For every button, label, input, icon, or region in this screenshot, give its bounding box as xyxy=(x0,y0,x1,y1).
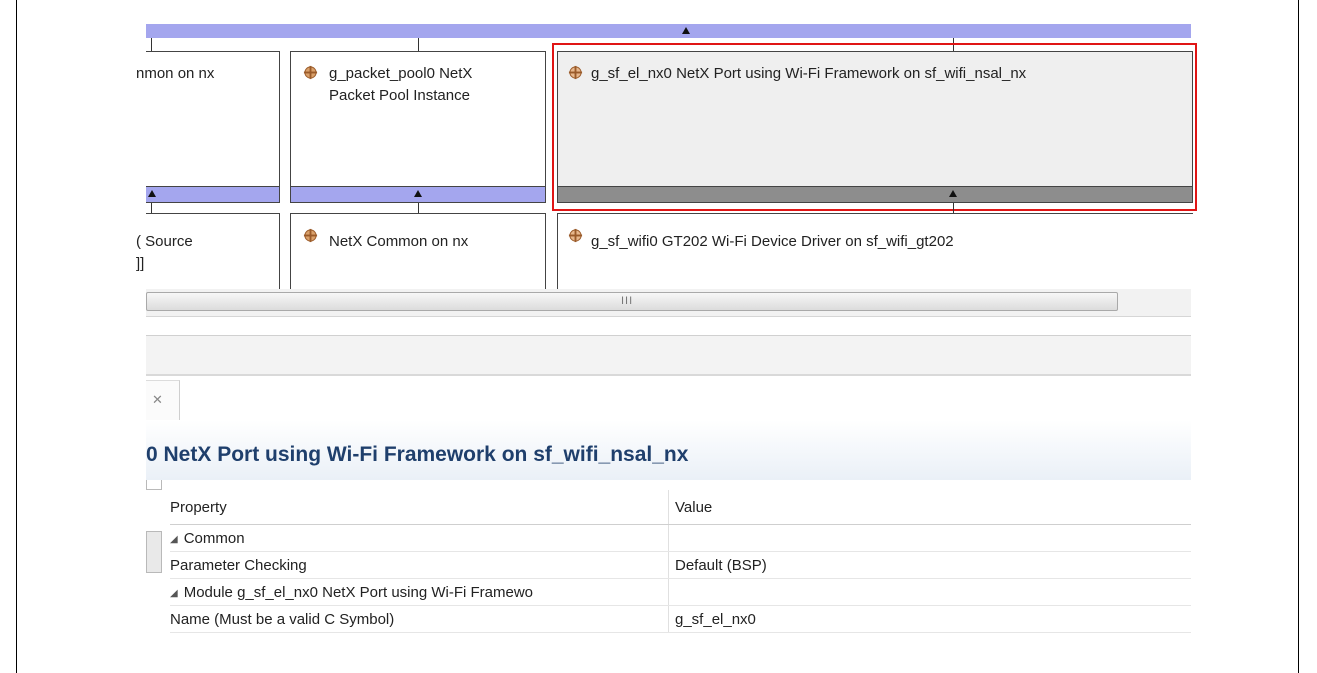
properties-table: Property Value ◢ Common Parameter Checkin… xyxy=(170,490,1191,633)
top-dependency-bar xyxy=(146,24,1191,38)
expand-triangle-icon[interactable]: ◢ xyxy=(170,588,178,599)
scrollbar-thumb[interactable]: III xyxy=(146,292,1118,311)
table-row[interactable]: ◢ Common xyxy=(170,524,1191,552)
up-arrow-icon xyxy=(148,190,156,197)
module-box-title-line2: ]] xyxy=(136,255,145,272)
table-header-row: Property Value xyxy=(170,490,1191,525)
gutter-cap xyxy=(146,480,162,490)
crosshair-module-icon xyxy=(568,228,583,243)
module-box-title-line2: Packet Pool Instance xyxy=(329,87,470,104)
view-separator-strip xyxy=(146,335,1191,376)
connector-line xyxy=(418,38,419,51)
module-box-title-line1: g_packet_pool0 NetX xyxy=(329,65,473,82)
up-arrow-icon xyxy=(682,27,690,34)
column-header-value[interactable]: Value xyxy=(668,490,1191,525)
module-box-netx-common-2[interactable]: NetX Common on nx xyxy=(290,213,546,293)
row-value[interactable] xyxy=(668,578,1191,606)
gutter-category-button[interactable] xyxy=(146,531,162,573)
expand-triangle-icon[interactable]: ◢ xyxy=(170,534,178,545)
module-box-wifi-driver[interactable]: g_sf_wifi0 GT202 Wi-Fi Device Driver on … xyxy=(557,213,1193,293)
table-row[interactable]: Name (Must be a valid C Symbol) g_sf_el_… xyxy=(170,605,1191,633)
row-label: Parameter Checking xyxy=(170,551,669,579)
table-row[interactable]: ◢ Module g_sf_el_nx0 NetX Port using Wi-F… xyxy=(170,578,1191,606)
column-header-property[interactable]: Property xyxy=(170,490,669,525)
connector-line xyxy=(151,38,152,51)
row-value[interactable]: g_sf_el_nx0 xyxy=(668,605,1191,633)
module-box-title: NetX Common on nx xyxy=(329,233,469,250)
properties-title: 0 NetX Port using Wi-Fi Framework on sf_… xyxy=(146,443,689,466)
module-box-title: g_sf_wifi0 GT202 Wi-Fi Device Driver on … xyxy=(591,233,954,250)
row-label: Common xyxy=(183,529,245,547)
module-box-source[interactable]: ( Source ]] xyxy=(136,213,280,293)
row-label: Module g_sf_el_nx0 NetX Port using Wi-Fi… xyxy=(183,583,534,601)
table-row[interactable]: Parameter Checking Default (BSP) xyxy=(170,551,1191,579)
row-value[interactable] xyxy=(668,524,1191,552)
frame-right-border xyxy=(1298,0,1299,673)
module-box-packet-pool[interactable]: g_packet_pool0 NetX Packet Pool Instance xyxy=(290,51,546,203)
module-box-title-line1: ( Source xyxy=(136,233,193,250)
close-icon[interactable]: ✕ xyxy=(152,392,163,408)
module-box-footer xyxy=(146,186,279,202)
row-label: Name (Must be a valid C Symbol) xyxy=(170,605,669,633)
module-box-netx-common[interactable]: nmon on nx xyxy=(136,51,280,203)
up-arrow-icon xyxy=(414,190,422,197)
selection-highlight xyxy=(552,43,1197,211)
scrollbar-grip-icon: III xyxy=(621,295,634,307)
module-box-title: nmon on nx xyxy=(136,65,215,82)
properties-tab-strip xyxy=(146,380,1191,420)
frame-left-border xyxy=(16,0,17,673)
horizontal-scrollbar[interactable]: III xyxy=(146,289,1191,317)
row-value[interactable]: Default (BSP) xyxy=(668,551,1191,579)
gear-module-icon xyxy=(303,65,318,80)
gear-module-icon xyxy=(303,228,318,243)
